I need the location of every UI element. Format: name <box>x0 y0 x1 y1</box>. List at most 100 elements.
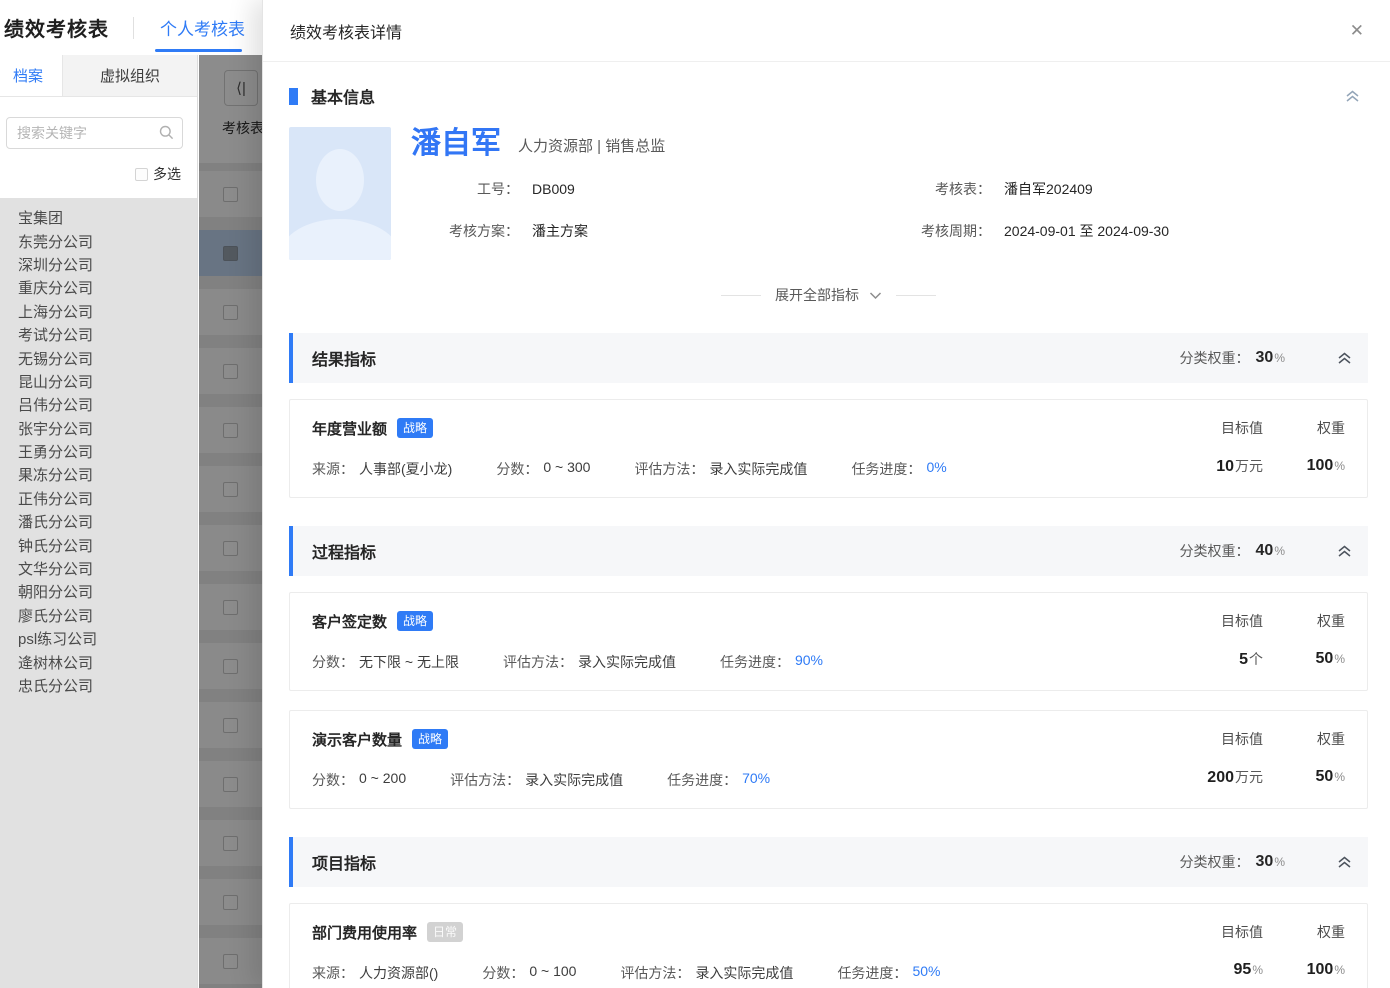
assessment-detail-drawer: 绩效考核表详情 ✕ 基本信息 潘自军 人力资源部 | 销售总监 <box>262 0 1390 988</box>
company-tree-item[interactable]: 王勇分公司 <box>18 440 197 463</box>
target-header: 目标值 <box>1151 921 1263 943</box>
collapse-up-icon[interactable] <box>1337 544 1352 558</box>
indicator-field-value: 0% <box>926 459 946 479</box>
category-title: 结果指标 <box>312 346 376 370</box>
expand-all-label: 展开全部指标 <box>775 285 859 305</box>
indicator-field-value: 录入实际完成值 <box>578 652 676 672</box>
company-tree-item[interactable]: 上海分公司 <box>18 300 197 323</box>
company-tree-item[interactable]: 文华分公司 <box>18 557 197 580</box>
divider-line <box>896 295 936 296</box>
weight-header: 权重 <box>1289 921 1345 943</box>
indicator-field: 来源： 人力资源部() <box>312 963 438 983</box>
indicator-name: 年度营业额 <box>312 418 387 439</box>
indicator-field-value: 录入实际完成值 <box>525 770 623 790</box>
search-input[interactable] <box>6 117 183 149</box>
company-tree-item[interactable]: 昆山分公司 <box>18 370 197 393</box>
indicator-field-value: 90% <box>795 652 823 672</box>
expand-all-indicators[interactable]: 展开全部指标 <box>289 285 1368 305</box>
weight-header: 权重 <box>1289 417 1345 439</box>
company-tree-item[interactable]: 潘氏分公司 <box>18 510 197 533</box>
company-tree-item[interactable]: 钟氏分公司 <box>18 533 197 556</box>
company-tree-item[interactable]: 廖氏分公司 <box>18 604 197 627</box>
indicator-type-badge: 战略 <box>397 418 433 438</box>
indicator-category: 过程指标 分类权重： 40 % 客户签定数 <box>289 526 1368 809</box>
target-header: 目标值 <box>1151 610 1263 632</box>
assessment-table-panel: ⟨| 考核表 <box>199 55 262 988</box>
indicator-field-label: 分数： <box>312 652 354 672</box>
company-tree-item[interactable]: 正伟分公司 <box>18 487 197 510</box>
chevron-down-icon <box>869 291 882 300</box>
indicator-field-label: 任务进度： <box>837 963 907 983</box>
company-tree-item[interactable]: 重庆分公司 <box>18 276 197 299</box>
employee-name: 潘自军 <box>411 127 501 161</box>
weight-header: 权重 <box>1289 610 1345 632</box>
multiselect-checkbox[interactable] <box>135 168 148 181</box>
weight-value: 50% <box>1289 767 1345 787</box>
company-tree-item[interactable]: 宝集团 <box>18 206 197 229</box>
indicator-card: 客户签定数 战略 分数： 无下限 ~ 无上限 <box>289 592 1368 691</box>
search-box <box>6 117 183 149</box>
indicator-card: 部门费用使用率 日常 来源： 人力资源部() <box>289 903 1368 988</box>
modal-backdrop <box>199 55 262 988</box>
indicator-field: 评估方法： 录入实际完成值 <box>634 459 807 479</box>
category-weight-value: 30 <box>1256 853 1274 871</box>
company-tree-item[interactable]: 考试分公司 <box>18 323 197 346</box>
collapse-up-icon[interactable] <box>1345 89 1360 103</box>
indicator-metrics: 目标值 200万元 权重 50% <box>1151 728 1345 790</box>
category-weight-label: 分类权重： <box>1180 852 1250 872</box>
search-icon[interactable] <box>159 125 174 145</box>
company-tree-item[interactable]: psl练习公司 <box>18 627 197 650</box>
close-icon[interactable]: ✕ <box>1346 18 1368 43</box>
category-weight-value: 30 <box>1256 349 1274 367</box>
indicator-field-label: 评估方法： <box>634 459 704 479</box>
indicator-type-badge: 战略 <box>397 611 433 631</box>
tab-personal-assessment[interactable]: 个人考核表 <box>160 15 245 40</box>
tab-archive[interactable]: 档案 <box>0 55 62 96</box>
collapse-up-icon[interactable] <box>1337 855 1352 869</box>
company-tree-item[interactable]: 无锡分公司 <box>18 346 197 369</box>
indicator-field-value: 0 ~ 100 <box>529 963 576 983</box>
app-title: 绩效考核表 <box>4 13 109 42</box>
target-value: 10万元 <box>1151 456 1263 477</box>
company-tree-item[interactable]: 张宇分公司 <box>18 417 197 440</box>
company-tree-item[interactable]: 深圳分公司 <box>18 253 197 276</box>
indicator-name: 部门费用使用率 <box>312 922 417 943</box>
category-weight-unit: % <box>1274 855 1285 869</box>
company-tree-item[interactable]: 东莞分公司 <box>18 229 197 252</box>
company-tree-item[interactable]: 朝阳分公司 <box>18 580 197 603</box>
indicator-field-label: 来源： <box>312 963 354 983</box>
indicator-field: 任务进度： 90% <box>720 652 823 672</box>
category-header: 过程指标 分类权重： 40 % <box>289 526 1368 576</box>
target-value: 5个 <box>1151 649 1263 670</box>
indicator-category: 结果指标 分类权重： 30 % 年度营业额 <box>289 333 1368 498</box>
weight-header: 权重 <box>1289 728 1345 750</box>
indicator-field-value: 70% <box>742 770 770 790</box>
field-label: 考核周期： <box>856 221 991 241</box>
field-label: 考核表： <box>856 179 991 199</box>
category-title: 项目指标 <box>312 850 376 874</box>
top-header: 绩效考核表 个人考核表 <box>0 0 262 55</box>
multiselect-label: 多选 <box>153 164 181 184</box>
assessment-form-value: 潘自军202409 <box>1004 179 1093 199</box>
weight-value: 100% <box>1289 456 1345 476</box>
employee-id-value: DB009 <box>532 179 575 199</box>
indicator-field-value: 50% <box>912 963 940 983</box>
indicator-field-value: 无下限 ~ 无上限 <box>359 652 459 672</box>
indicator-field-label: 来源： <box>312 459 354 479</box>
collapse-up-icon[interactable] <box>1337 351 1352 365</box>
indicator-field: 评估方法： 录入实际完成值 <box>450 770 623 790</box>
category-accent-bar <box>289 333 293 383</box>
company-tree-item[interactable]: 果冻分公司 <box>18 463 197 486</box>
company-tree-item[interactable]: 吕伟分公司 <box>18 393 197 416</box>
tab-virtual-org[interactable]: 虚拟组织 <box>62 55 197 96</box>
category-weight-label: 分类权重： <box>1180 541 1250 561</box>
avatar <box>289 127 391 260</box>
company-tree-item[interactable]: 忠氏分公司 <box>18 674 197 697</box>
indicator-field-value: 人事部(夏小龙) <box>359 459 452 479</box>
indicator-field-label: 任务进度： <box>667 770 737 790</box>
active-tab-underline <box>155 49 242 52</box>
indicator-field: 分数： 0 ~ 300 <box>496 459 590 479</box>
company-tree-item[interactable]: 逄树林公司 <box>18 650 197 673</box>
category-weight-unit: % <box>1274 351 1285 365</box>
drawer-title: 绩效考核表详情 <box>290 19 402 43</box>
